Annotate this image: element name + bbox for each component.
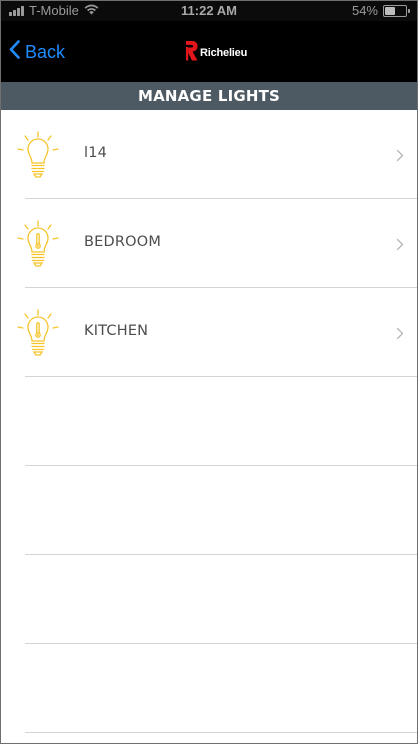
status-bar: T-Mobile 11:22 AM 54% (1, 1, 417, 21)
light-row-kitchen[interactable]: KITCHEN (1, 288, 417, 376)
light-name: KITCHEN (84, 323, 149, 339)
empty-list-row (25, 555, 417, 644)
page-title: MANAGE LIGHTS (1, 82, 417, 110)
lights-list: l14 BEDROOM KITCHEN (1, 110, 417, 733)
battery-fill (385, 6, 395, 15)
richelieu-logo: Richelieu (185, 41, 247, 65)
lightbulb-icon (15, 131, 61, 183)
lightbulb-thermometer-icon (15, 309, 61, 361)
light-name: BEDROOM (84, 234, 162, 250)
back-button[interactable]: Back (9, 40, 65, 64)
app-frame: T-Mobile 11:22 AM 54% Back Richelieu MAN… (0, 0, 418, 744)
chevron-left-icon (9, 40, 20, 64)
chevron-right-icon (396, 325, 404, 344)
list-item-kitchen: KITCHEN (17, 288, 417, 377)
logo-text: Richelieu (200, 47, 248, 59)
light-row-bedroom[interactable]: BEDROOM (1, 199, 417, 287)
battery-percent: 54% (351, 3, 378, 18)
light-name: l14 (84, 145, 108, 161)
nav-bar: Back Richelieu (1, 21, 417, 82)
light-row-l14[interactable]: l14 (1, 110, 417, 198)
richelieu-r-logo-icon (185, 41, 198, 65)
list-item-bedroom: BEDROOM (17, 199, 417, 288)
back-label: Back (25, 41, 66, 62)
list-item-l14: l14 (17, 110, 417, 199)
battery-icon (383, 4, 410, 17)
chevron-right-icon (396, 147, 404, 166)
lightbulb-thermometer-icon (15, 220, 61, 272)
empty-list-row (25, 377, 417, 466)
empty-list-row (25, 644, 417, 733)
status-right: 54% (351, 3, 410, 18)
empty-list-row (25, 466, 417, 555)
chevron-right-icon (396, 236, 404, 255)
